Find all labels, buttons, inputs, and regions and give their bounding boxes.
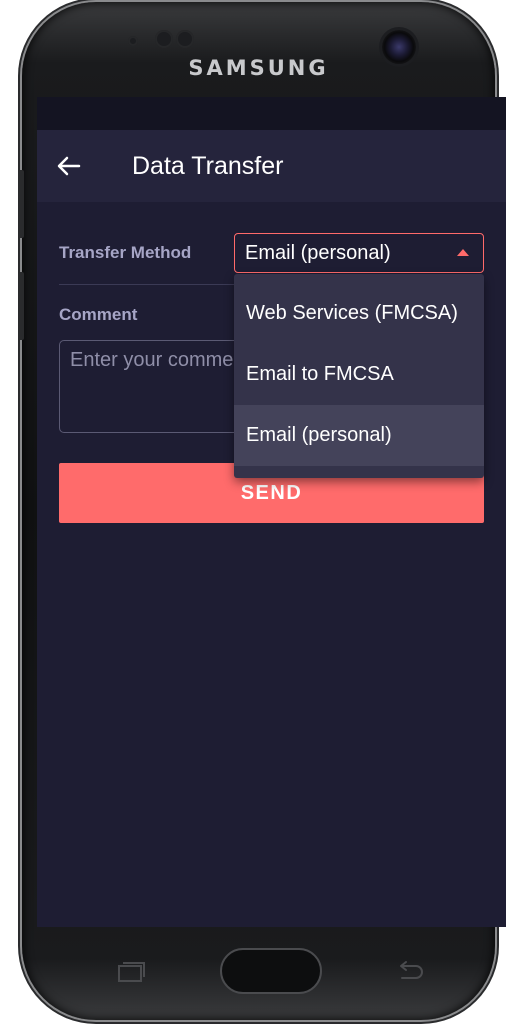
status-bar: [37, 97, 506, 130]
arrow-left-icon[interactable]: [55, 152, 83, 180]
dropdown-option-web-services[interactable]: Web Services (FMCSA): [234, 274, 484, 344]
front-sensor-right: [176, 30, 194, 48]
recent-apps-icon[interactable]: [116, 960, 146, 984]
comment-label: Comment: [59, 305, 138, 324]
screen: Data Transfer Transfer Method Email (per…: [37, 97, 506, 927]
transfer-method-value: Email (personal): [245, 242, 391, 264]
brand-logo: SAMSUNG: [188, 56, 329, 80]
transfer-method-dropdown: Web Services (FMCSA) Email to FMCSA Emai…: [234, 274, 484, 478]
volume-up-button[interactable]: [18, 170, 24, 238]
transfer-method-select[interactable]: Email (personal): [234, 233, 484, 273]
page-title: Data Transfer: [132, 152, 284, 180]
caret-up-icon: [457, 249, 469, 256]
arrow-left-svg: [57, 156, 81, 176]
proximity-sensor: [128, 36, 138, 46]
recent-apps-svg: [118, 962, 145, 982]
home-button[interactable]: [220, 948, 322, 994]
volume-down-button[interactable]: [18, 272, 24, 340]
app-bar: Data Transfer: [37, 130, 506, 202]
dropdown-option-email-fmcsa[interactable]: Email to FMCSA: [234, 344, 484, 405]
back-key-icon[interactable]: [396, 958, 426, 984]
dropdown-option-email-personal[interactable]: Email (personal): [234, 405, 484, 466]
transfer-method-label: Transfer Method: [59, 243, 192, 262]
back-key-svg: [400, 961, 423, 979]
front-sensor-left: [155, 30, 173, 48]
